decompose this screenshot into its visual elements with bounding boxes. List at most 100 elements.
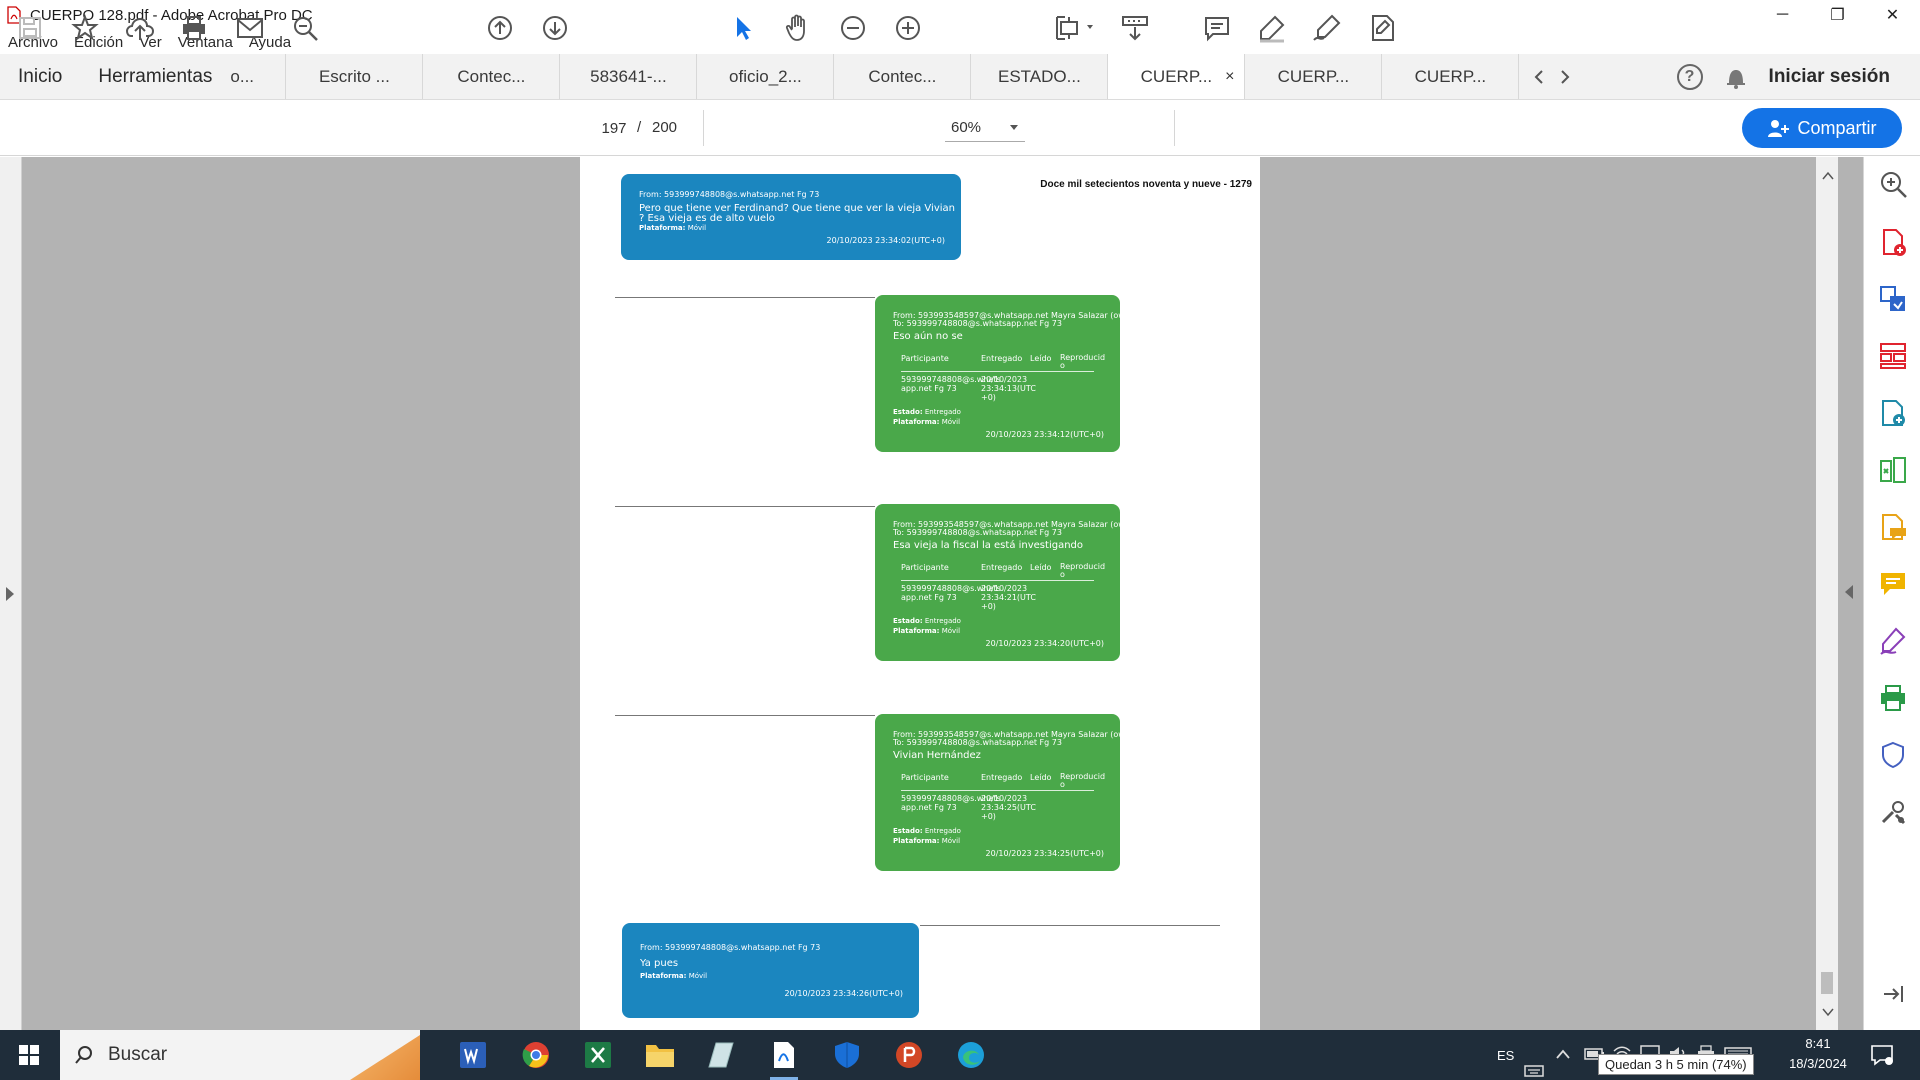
doc-tab-active[interactable]: CUERP... ×: [1107, 54, 1245, 99]
scroll-down-icon[interactable]: [1822, 1007, 1834, 1017]
search-zoom-icon[interactable]: [289, 12, 321, 44]
restore-button[interactable]: ❐: [1810, 0, 1865, 30]
search-highlight-graphic: [350, 1035, 420, 1080]
language-indicator[interactable]: ES: [1497, 1030, 1514, 1080]
word-app-icon[interactable]: [455, 1038, 491, 1072]
system-clock[interactable]: 8:41 18/3/2024: [1776, 1034, 1860, 1074]
left-panel-toggle[interactable]: [0, 157, 22, 1030]
file-explorer-icon[interactable]: [642, 1038, 678, 1072]
vertical-scrollbar[interactable]: [1816, 157, 1838, 1030]
protect-shield-icon[interactable]: [1878, 740, 1908, 770]
doc-tab[interactable]: CUERP...: [1244, 54, 1381, 99]
help-icon[interactable]: ?: [1676, 63, 1703, 90]
page-number-input[interactable]: 197: [595, 114, 633, 142]
cloud-upload-icon[interactable]: [124, 12, 156, 44]
notifications-icon[interactable]: [1870, 1044, 1894, 1066]
comment-icon[interactable]: [1201, 12, 1233, 44]
hand-tool-icon[interactable]: [782, 12, 814, 44]
zoom-search-icon[interactable]: [1878, 169, 1908, 199]
taskbar-search[interactable]: Buscar: [60, 1030, 420, 1080]
doc-tab[interactable]: 583641-...: [559, 54, 696, 99]
minimize-button[interactable]: ─: [1755, 0, 1810, 30]
doc-tab[interactable]: o...: [230, 54, 285, 99]
zoom-select[interactable]: 60%: [945, 114, 1025, 142]
delivered-cell: 20/10/2023 23:34:25(UTC +0): [981, 794, 1036, 821]
platform-value: Móvil: [687, 224, 707, 232]
close-window-button[interactable]: ✕: [1865, 0, 1920, 30]
email-icon[interactable]: [234, 12, 266, 44]
col-reproducido: Reproducid o: [1060, 772, 1106, 789]
zoom-out-icon[interactable]: [837, 12, 869, 44]
notes-app-icon[interactable]: [703, 1038, 739, 1072]
bell-icon[interactable]: [1725, 65, 1747, 89]
doc-tab[interactable]: Contec...: [422, 54, 559, 99]
acrobat-taskbar-icon[interactable]: [766, 1038, 802, 1080]
close-tab-icon[interactable]: ×: [1225, 68, 1234, 86]
tab-tools[interactable]: Herramientas: [80, 54, 230, 99]
compare-icon[interactable]: [1878, 455, 1908, 485]
edit-pdf-icon[interactable]: [1878, 398, 1908, 428]
message-time: 20/10/2023 23:34:02(UTC+0): [826, 236, 945, 245]
previous-page-icon[interactable]: [484, 12, 516, 44]
next-page-icon[interactable]: [539, 12, 571, 44]
col-entregado: Entregado: [981, 354, 1023, 363]
message-bubble-outgoing: From: 593993548597@s.whatsapp.net Mayra …: [875, 295, 1141, 452]
col-entregado: Entregado: [981, 563, 1023, 572]
collapse-panel-icon[interactable]: [1878, 979, 1908, 1009]
doc-tab[interactable]: oficio_2...: [696, 54, 833, 99]
start-button[interactable]: [0, 1030, 58, 1080]
comment-panel-icon[interactable]: [1878, 569, 1908, 599]
star-icon[interactable]: [69, 12, 101, 44]
chevron-up-icon[interactable]: [1555, 1048, 1571, 1060]
more-tools-icon[interactable]: [1878, 797, 1908, 827]
save-icon[interactable]: [14, 12, 46, 44]
expand-left-icon: [6, 587, 14, 601]
organize-pages-icon[interactable]: [1878, 341, 1908, 371]
message-divider: [920, 925, 1220, 926]
print-icon[interactable]: [178, 12, 210, 44]
chrome-app-icon[interactable]: [518, 1038, 554, 1072]
search-icon: [75, 1046, 92, 1064]
tabbar-right: ? Iniciar sesión: [1676, 54, 1920, 99]
share-button[interactable]: Compartir: [1742, 108, 1902, 148]
zoom-value: 60%: [951, 119, 982, 136]
message-bubble-incoming: From: 593999748808@s.whatsapp.net Fg 73 …: [621, 174, 961, 260]
chevron-down-icon: [1010, 124, 1018, 130]
status-label: Estado:: [893, 617, 923, 625]
highlight-pen-icon[interactable]: [1256, 12, 1288, 44]
keyboard-icon[interactable]: [1524, 1046, 1544, 1080]
collapse-right-panel-icon[interactable]: [1845, 585, 1853, 599]
tab-home[interactable]: Inicio: [0, 54, 80, 99]
scrollbar-thumb[interactable]: [1821, 972, 1833, 994]
excel-app-icon[interactable]: [580, 1038, 616, 1072]
message-to: To: 593999748808@s.whatsapp.net Fg 73: [893, 738, 1062, 747]
export-pdf-icon[interactable]: [1878, 284, 1908, 314]
select-cursor-icon[interactable]: [727, 12, 759, 44]
powerpoint-app-icon[interactable]: [891, 1038, 927, 1072]
chevron-left-icon[interactable]: [1533, 69, 1545, 85]
edge-app-icon[interactable]: [953, 1038, 989, 1072]
zoom-in-icon[interactable]: [892, 12, 924, 44]
fill-sign-icon[interactable]: [1366, 12, 1398, 44]
sign-in-link[interactable]: Iniciar sesión: [1769, 66, 1890, 88]
scroll-up-icon[interactable]: [1822, 171, 1834, 181]
chevron-right-icon[interactable]: [1559, 69, 1571, 85]
print-production-icon[interactable]: [1878, 683, 1908, 713]
fill-and-sign-icon[interactable]: [1878, 626, 1908, 656]
doc-tab[interactable]: Contec...: [833, 54, 970, 99]
message-to: To: 593999748808@s.whatsapp.net Fg 73: [893, 528, 1062, 537]
doc-tab[interactable]: ESTADO...: [970, 54, 1107, 99]
page-fit-icon[interactable]: [1052, 12, 1098, 44]
defender-shield-icon[interactable]: [829, 1038, 865, 1072]
participant-cell: 593999748808@s.whats app.net Fg 73: [901, 375, 1001, 393]
windows-logo-icon: [19, 1045, 39, 1065]
doc-tab[interactable]: CUERP...: [1381, 54, 1518, 99]
clock-time: 8:41: [1805, 1036, 1831, 1051]
participant-cell: 593999748808@s.whats app.net Fg 73: [901, 794, 1001, 812]
sign-icon[interactable]: [1311, 12, 1343, 44]
doc-tab[interactable]: Escrito ...: [285, 54, 422, 99]
toolbar-divider: [703, 110, 704, 146]
create-pdf-icon[interactable]: [1878, 227, 1908, 257]
request-sign-icon[interactable]: [1878, 512, 1908, 542]
scroll-mode-icon[interactable]: [1119, 12, 1151, 44]
